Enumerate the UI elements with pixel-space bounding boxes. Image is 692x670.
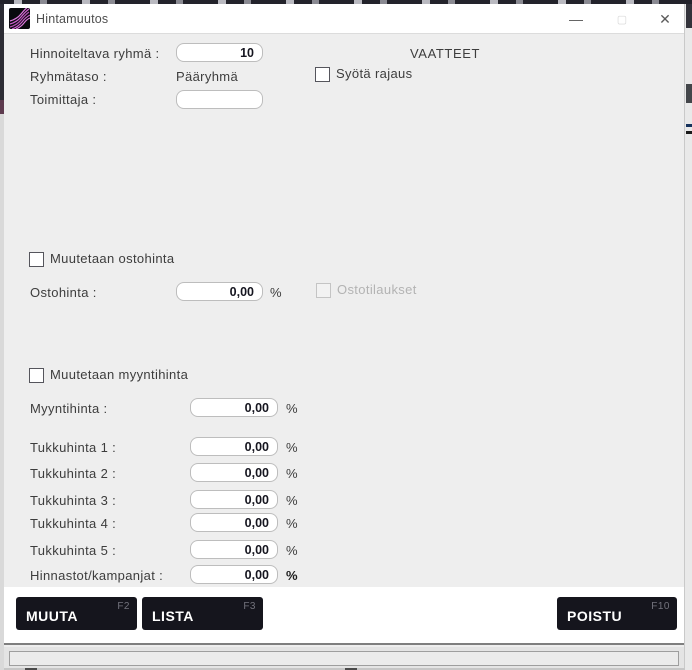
percent-row-input[interactable] (190, 513, 278, 532)
muuta-button[interactable]: MUUTA F2 (16, 597, 137, 630)
background-fragment (686, 4, 692, 28)
percent-row-label: Tukkuhinta 3 : (30, 493, 117, 508)
percent-row-unit: % (286, 401, 298, 416)
checkbox-label: Ostotilaukset (337, 282, 417, 297)
status-message-box (9, 651, 679, 666)
percent-row-input[interactable] (190, 398, 278, 417)
group-level-label: Ryhmätaso : (30, 69, 107, 84)
button-caption: LISTA (152, 608, 194, 624)
change-sales-price-checkbox[interactable]: Muutetaan myyntihinta (29, 367, 189, 383)
percent-row-input[interactable] (190, 490, 278, 509)
title-bar[interactable]: Hintamuutos — ▢ ✕ (4, 4, 684, 34)
checkbox-label: Syötä rajaus (336, 66, 413, 81)
button-caption: MUUTA (26, 608, 79, 624)
percent-row-unit: % (286, 440, 298, 455)
group-level-value: Pääryhmä (176, 69, 239, 84)
percent-row-input[interactable] (190, 540, 278, 559)
background-fragment (686, 84, 692, 103)
supplier-input[interactable] (176, 90, 263, 109)
group-name-text: VAATTEET (410, 46, 481, 61)
close-button[interactable]: ✕ (645, 4, 685, 34)
checkbox-box[interactable] (315, 67, 330, 82)
pricing-group-input[interactable] (176, 43, 263, 62)
percent-row-input[interactable] (190, 437, 278, 456)
button-caption: POISTU (567, 608, 623, 624)
pricing-group-label: Hinnoiteltava ryhmä : (30, 46, 160, 61)
poistu-button[interactable]: POISTU F10 (557, 597, 677, 630)
checkbox-box (316, 283, 331, 298)
checkbox-box[interactable] (29, 252, 44, 267)
maximize-button[interactable]: ▢ (602, 4, 642, 34)
percent-row-unit: % (286, 466, 298, 481)
percent-row-input[interactable] (190, 565, 278, 584)
lista-button[interactable]: LISTA F3 (142, 597, 263, 630)
change-purchase-price-checkbox[interactable]: Muutetaan ostohinta (29, 251, 175, 267)
purchase-price-label: Ostohinta : (30, 285, 97, 300)
percent-row-label: Tukkuhinta 4 : (30, 516, 117, 531)
enter-filter-checkbox[interactable]: Syötä rajaus (315, 66, 413, 82)
percent-row-unit: % (286, 568, 298, 583)
percent-row-input[interactable] (190, 463, 278, 482)
checkbox-box[interactable] (29, 368, 44, 383)
purchase-price-input[interactable] (176, 282, 263, 301)
percent-row-unit: % (286, 516, 298, 531)
percent-row-label: Tukkuhinta 5 : (30, 543, 117, 558)
percent-row-unit: % (286, 543, 298, 558)
fkey-hint: F3 (243, 601, 256, 612)
fkey-hint: F10 (651, 601, 670, 612)
command-button-bar: MUUTA F2 LISTA F3 POISTU F10 (4, 587, 684, 645)
hintamuutos-dialog: Hintamuutos — ▢ ✕ Hinnoiteltava ryhmä : … (4, 4, 685, 668)
percent-row-label: Tukkuhinta 2 : (30, 466, 117, 481)
percent-row-label: Tukkuhinta 1 : (30, 440, 117, 455)
status-bar (4, 647, 684, 668)
percent-row-unit: % (286, 493, 298, 508)
background-fragment (686, 124, 692, 127)
percent-row-label: Hinnastot/kampanjat : (30, 568, 164, 583)
purchase-orders-checkbox: Ostotilaukset (316, 282, 417, 298)
background-window-right-edge (685, 4, 692, 670)
checkbox-label: Muutetaan ostohinta (50, 251, 175, 266)
minimize-button[interactable]: — (556, 4, 596, 34)
window-title: Hintamuutos (36, 12, 109, 26)
percent-row-label: Myyntihinta : (30, 401, 108, 416)
purchase-price-unit: % (270, 285, 282, 300)
checkbox-label: Muutetaan myyntihinta (50, 367, 189, 382)
fkey-hint: F2 (117, 601, 130, 612)
screen: Hintamuutos — ▢ ✕ Hinnoiteltava ryhmä : … (0, 0, 692, 670)
app-logo-icon (9, 8, 30, 29)
supplier-label: Toimittaja : (30, 92, 97, 107)
background-fragment (686, 131, 692, 134)
